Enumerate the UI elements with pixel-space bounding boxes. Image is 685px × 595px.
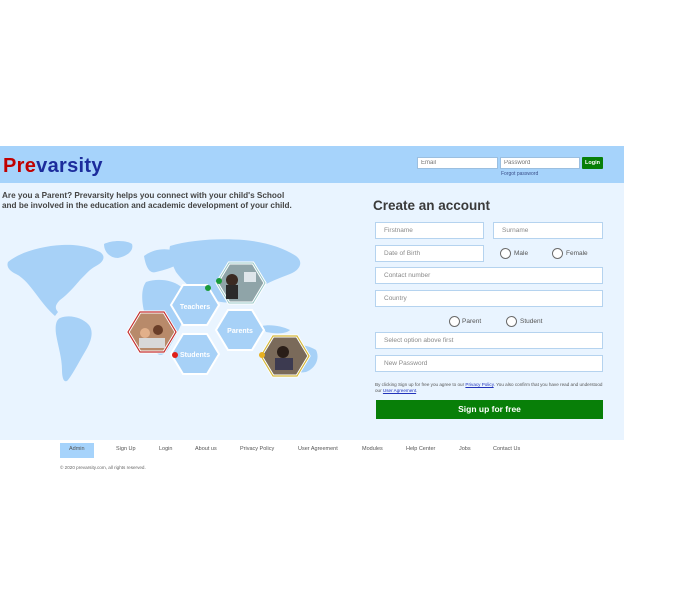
hex-students: Students [169, 333, 221, 375]
footer-link-modules[interactable]: Modules [362, 446, 383, 452]
student-label: Student [520, 318, 543, 325]
footer-link-contact[interactable]: Contact Us [493, 446, 520, 452]
tagline-line-2: and be involved in the education and aca… [2, 201, 292, 210]
hex-teachers-label: Teachers [180, 304, 210, 311]
login-email-input[interactable] [417, 157, 498, 169]
yellow-dot [259, 352, 265, 358]
firstname-input[interactable]: Firstname [375, 222, 484, 239]
hex-parents-label: Parents [227, 328, 253, 335]
photo-hex-parent [259, 334, 311, 378]
hex-students-label: Students [180, 352, 210, 359]
world-map-illustration: Teachers Parents Students [7, 239, 318, 382]
logo-pre: Pre [3, 155, 37, 177]
tagline-line-1: Are you a Parent? Prevarsity helps you c… [2, 191, 285, 200]
copyright-text: © 2020 prevarsity.com, all rights reserv… [60, 465, 146, 470]
surname-input[interactable]: Surname [493, 222, 603, 239]
prevarsity-logo[interactable]: Prevarsity [3, 155, 103, 178]
footer-link-agreement[interactable]: User Agreement [298, 446, 338, 452]
contact-number-input[interactable]: Contact number [375, 267, 603, 284]
footer-link-about[interactable]: About us [195, 446, 217, 452]
new-password-input[interactable]: New Password [375, 355, 603, 372]
terms-text: By clicking Sign up for free you agree t… [375, 382, 605, 393]
create-account-title: Create an account [373, 198, 491, 213]
logo-rest: varsity [36, 155, 103, 177]
login-button[interactable]: Login [582, 157, 603, 169]
signup-button[interactable]: Sign up for free [376, 400, 603, 419]
user-agreement-link[interactable]: User Agreement [383, 388, 416, 393]
terms-part-1: By clicking Sign up for free you agree t… [375, 382, 466, 387]
parent-label: Parent [462, 318, 482, 325]
photo-hex-students [126, 310, 178, 354]
male-label: Male [514, 250, 529, 257]
hero-tagline: Are you a Parent? Prevarsity helps you c… [2, 191, 342, 211]
footer-link-privacy[interactable]: Privacy Policy [240, 446, 274, 452]
hex-parents: Parents [214, 309, 266, 351]
select-option-input[interactable]: Select option above first [375, 332, 603, 349]
dob-input[interactable]: Date of Birth [375, 245, 484, 262]
forgot-password-link[interactable]: Forgot password [501, 171, 538, 177]
terms-end: . [416, 387, 418, 393]
footer-link-admin[interactable]: Admin [69, 446, 85, 452]
footer-link-help[interactable]: Help Center [406, 446, 435, 452]
footer-link-signup[interactable]: Sign Up [116, 446, 136, 452]
photo-hex-teacher [215, 261, 267, 305]
footer-link-jobs[interactable]: Jobs [459, 446, 471, 452]
parent-radio[interactable] [449, 316, 460, 327]
female-radio[interactable] [552, 248, 563, 259]
male-radio[interactable] [500, 248, 511, 259]
student-radio[interactable] [506, 316, 517, 327]
red-dot [172, 352, 178, 358]
login-password-input[interactable] [500, 157, 580, 169]
privacy-policy-link[interactable]: Privacy Policy [465, 382, 493, 387]
country-select[interactable]: Country [375, 290, 603, 307]
green-dot-2 [216, 278, 222, 284]
footer-link-login[interactable]: Login [159, 446, 172, 452]
green-dot-1 [205, 285, 211, 291]
female-label: Female [566, 250, 588, 257]
